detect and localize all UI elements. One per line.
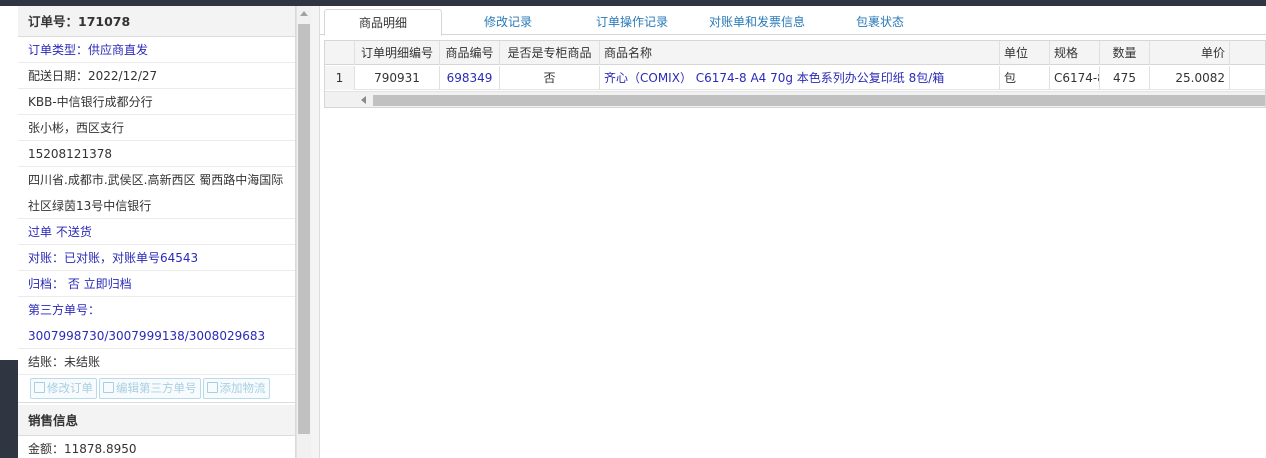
edit-icon (34, 382, 45, 393)
column-header-product-id[interactable]: 商品编号 (440, 41, 500, 65)
edit-third-party-button[interactable]: 编辑第三方单号 (99, 378, 201, 399)
tab-change-log[interactable]: 修改记录 (458, 9, 558, 36)
scroll-left-icon[interactable] (361, 96, 366, 104)
settlement-row: 结账：未结账 (18, 349, 295, 375)
cell-product-id-link[interactable]: 698349 (440, 66, 500, 90)
horizontal-scrollbar-thumb[interactable] (373, 95, 1265, 106)
scroll-up-icon[interactable] (300, 11, 308, 16)
sales-info-header: 销售信息 (18, 405, 295, 436)
third-party-numbers: 3007998730/3007999138/3008029683 (18, 323, 295, 349)
column-header-spec[interactable]: 规格 (1050, 41, 1100, 65)
cell-counter-product: 否 (500, 66, 600, 90)
address-line-2: 社区绿茵13号中信银行 (18, 193, 295, 219)
column-header-unit[interactable]: 单位 (1000, 41, 1050, 65)
column-header-rownum (325, 41, 355, 65)
add-logistics-label: 添加物流 (219, 381, 266, 395)
nav-strip (0, 360, 18, 458)
archive-row[interactable]: 归档： 否 立即归档 (18, 271, 295, 297)
address-line-1: 四川省.成都市.武侯区.高新西区 蜀西路中海国际 (28, 173, 284, 187)
row-number: 1 (325, 66, 355, 90)
scrollbar-thumb[interactable] (298, 24, 310, 434)
dispatch-status-row[interactable]: 过单 不送货 (18, 219, 295, 245)
order-number-header: 订单号：171078 (18, 6, 295, 37)
add-logistics-button[interactable]: 添加物流 (202, 378, 270, 399)
third-party-label: 第三方单号： (28, 303, 101, 317)
edit-order-button[interactable]: 修改订单 (30, 378, 97, 399)
tab-product-detail[interactable]: 商品明细 (324, 9, 442, 36)
edit-order-label: 修改订单 (47, 381, 93, 395)
edit-third-party-label: 编辑第三方单号 (116, 381, 197, 395)
panel-splitter[interactable] (311, 6, 320, 458)
grid-header: 订单明细编号 商品编号 是否是专柜商品 商品名称 单位 规格 数量 单价 (325, 41, 1265, 65)
tab-package-status[interactable]: 包裹状态 (830, 9, 930, 36)
left-panel-scrollbar[interactable] (296, 6, 311, 458)
column-header-filler (1230, 41, 1265, 65)
column-header-counter-product[interactable]: 是否是专柜商品 (500, 41, 600, 65)
order-detail-panel: 商品明细 修改记录 订单操作记录 对账单和发票信息 包裹状态 订单明细编号 商品… (320, 6, 1266, 458)
cell-filler (1230, 66, 1265, 90)
cell-unit-price: 25.0082 (1150, 66, 1230, 90)
sales-amount-row: 金额：11878.8950 (18, 436, 295, 458)
phone-row: 15208121378 (18, 141, 295, 167)
cell-spec: C6174-8 (1050, 66, 1100, 90)
cell-detail-id: 790931 (355, 66, 440, 90)
customer-row: KBB-中信银行成都分行 (18, 89, 295, 115)
column-header-unit-price[interactable]: 单价 (1150, 41, 1230, 65)
order-type-row: 订单类型：供应商直发 (18, 37, 295, 63)
tab-order-operation-log[interactable]: 订单操作记录 (582, 9, 682, 36)
column-header-detail-id[interactable]: 订单明细编号 (355, 41, 440, 65)
edit-icon (103, 382, 114, 393)
column-header-product-name[interactable]: 商品名称 (600, 41, 1000, 65)
tab-statement-invoice[interactable]: 对账单和发票信息 (692, 9, 822, 36)
reconciliation-row[interactable]: 对账：已对账，对账单号64543 (18, 245, 295, 271)
order-info-panel: 订单号：171078 订单类型：供应商直发 配送日期：2022/12/27 KB… (18, 6, 296, 458)
table-row[interactable]: 1 790931 698349 否 齐心（COMIX） C6174-8 A4 7… (325, 66, 1265, 90)
cell-unit: 包 (1000, 66, 1050, 90)
product-grid: 订单明细编号 商品编号 是否是专柜商品 商品名称 单位 规格 数量 单价 1 7… (324, 40, 1266, 108)
cell-product-name-link[interactable]: 齐心（COMIX） C6174-8 A4 70g 本色系列办公复印纸 8包/箱 (600, 66, 1000, 90)
grid-horizontal-scrollbar[interactable] (325, 91, 1265, 107)
detail-tabs: 商品明细 修改记录 订单操作记录 对账单和发票信息 包裹状态 (320, 6, 1266, 36)
contact-row: 张小彬，西区支行 (18, 115, 295, 141)
column-header-quantity[interactable]: 数量 (1100, 41, 1150, 65)
delivery-date-row: 配送日期：2022/12/27 (18, 63, 295, 89)
order-actions: 修改订单 编辑第三方单号 添加物流 (18, 375, 295, 403)
edit-icon (206, 382, 218, 393)
cell-quantity: 475 (1100, 66, 1150, 90)
